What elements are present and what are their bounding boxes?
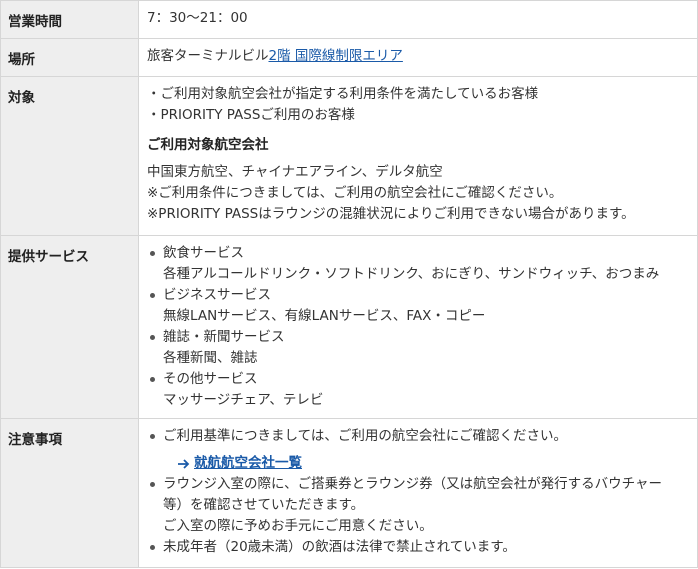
airlines-line: 中国東方航空、チャイナエアライン、デルタ航空 bbox=[147, 164, 443, 180]
service-title: ビジネスサービス bbox=[163, 287, 271, 303]
bullet-icon bbox=[150, 482, 155, 487]
notes-row: 注意事項 ご利用基準につきましては、ご利用の航空会社にご確認ください。 就航航空… bbox=[0, 418, 698, 568]
notes-list: ご利用基準につきましては、ご利用の航空会社にご確認ください。 就航航空会社一覧 … bbox=[147, 426, 697, 558]
place-text: 旅客ターミナルビル bbox=[147, 48, 269, 64]
place-row: 場所 旅客ターミナルビル2階 国際線制限エリア bbox=[0, 38, 698, 77]
services-list: 飲食サービス 各種アルコールドリンク・ソフトドリンク、おにぎり、サンドウィッチ、… bbox=[147, 243, 697, 411]
target-line: ・PRIORITY PASSご利用のお客様 bbox=[147, 107, 355, 123]
note-text: 未成年者（20歳未満）の飲酒は法律で禁止されています。 bbox=[163, 539, 516, 555]
list-item: 飲食サービス 各種アルコールドリンク・ソフトドリンク、おにぎり、サンドウィッチ、… bbox=[147, 243, 697, 285]
bullet-icon bbox=[150, 377, 155, 382]
list-item: ビジネスサービス 無線LANサービス、有線LANサービス、FAX・コピー bbox=[147, 285, 697, 327]
airlines-line: ※ご利用条件につきましては、ご利用の航空会社にご確認ください。 bbox=[147, 185, 563, 201]
bullet-icon bbox=[150, 293, 155, 298]
services-row: 提供サービス 飲食サービス 各種アルコールドリンク・ソフトドリンク、おにぎり、サ… bbox=[0, 235, 698, 419]
hours-value: 7：30〜21：00 bbox=[147, 10, 248, 26]
service-title: 飲食サービス bbox=[163, 245, 244, 261]
note-text: 等）を確認させていただきます。 bbox=[163, 497, 365, 513]
target-line: ・ご利用対象航空会社が指定する利用条件を満たしているお客様 bbox=[147, 86, 539, 102]
note-text: ご入室の際に予めお手元にご用意ください。 bbox=[163, 518, 433, 534]
hours-cell: 7：30〜21：00 bbox=[138, 0, 698, 39]
place-value: 旅客ターミナルビル2階 国際線制限エリア bbox=[147, 46, 697, 67]
place-label: 場所 bbox=[0, 38, 139, 77]
bullet-icon bbox=[150, 251, 155, 256]
services-label: 提供サービス bbox=[0, 235, 139, 419]
hours-label: 営業時間 bbox=[0, 0, 139, 39]
lounge-info-table: 営業時間 7：30〜21：00 場所 旅客ターミナルビル2階 国際線制限エリア … bbox=[0, 0, 698, 568]
airline-list-link-text: 就航航空会社一覧 bbox=[194, 455, 302, 471]
bullet-icon bbox=[150, 335, 155, 340]
target-cell: ・ご利用対象航空会社が指定する利用条件を満たしているお客様 ・PRIORITY … bbox=[138, 76, 698, 236]
service-detail: 各種新聞、雑誌 bbox=[163, 350, 258, 366]
arrow-right-icon bbox=[178, 458, 190, 469]
notes-cell: ご利用基準につきましては、ご利用の航空会社にご確認ください。 就航航空会社一覧 … bbox=[138, 418, 698, 568]
list-item: 未成年者（20歳未満）の飲酒は法律で禁止されています。 bbox=[147, 537, 697, 558]
services-cell: 飲食サービス 各種アルコールドリンク・ソフトドリンク、おにぎり、サンドウィッチ、… bbox=[138, 235, 698, 419]
place-link[interactable]: 2階 国際線制限エリア bbox=[269, 48, 403, 64]
list-item: 雑誌・新聞サービス 各種新聞、雑誌 bbox=[147, 327, 697, 369]
service-title: 雑誌・新聞サービス bbox=[163, 329, 285, 345]
note-text: ラウンジ入室の際に、ご搭乗券とラウンジ券（又は航空会社が発行するバウチャー bbox=[163, 476, 662, 492]
list-item: ラウンジ入室の際に、ご搭乗券とラウンジ券（又は航空会社が発行するバウチャー 等）… bbox=[147, 474, 697, 537]
airlines-line: ※PRIORITY PASSはラウンジの混雑状況によりご利用できない場合がありま… bbox=[147, 206, 635, 222]
list-item: その他サービス マッサージチェア、テレビ bbox=[147, 369, 697, 411]
target-row: 対象 ・ご利用対象航空会社が指定する利用条件を満たしているお客様 ・PRIORI… bbox=[0, 76, 698, 236]
note-text: ご利用基準につきましては、ご利用の航空会社にご確認ください。 bbox=[163, 428, 568, 444]
service-title: その他サービス bbox=[163, 371, 258, 387]
target-label: 対象 bbox=[0, 76, 139, 236]
place-cell: 旅客ターミナルビル2階 国際線制限エリア bbox=[138, 38, 698, 77]
service-detail: 各種アルコールドリンク・ソフトドリンク、おにぎり、サンドウィッチ、おつまみ bbox=[163, 266, 660, 282]
bullet-icon bbox=[150, 434, 155, 439]
airline-list-link[interactable]: 就航航空会社一覧 bbox=[177, 453, 302, 474]
service-detail: マッサージチェア、テレビ bbox=[163, 392, 324, 408]
airlines-heading: ご利用対象航空会社 bbox=[147, 137, 269, 153]
list-item: ご利用基準につきましては、ご利用の航空会社にご確認ください。 就航航空会社一覧 bbox=[147, 426, 697, 474]
bullet-icon bbox=[150, 545, 155, 550]
notes-label: 注意事項 bbox=[0, 418, 139, 568]
service-detail: 無線LANサービス、有線LANサービス、FAX・コピー bbox=[163, 308, 486, 324]
hours-row: 営業時間 7：30〜21：00 bbox=[0, 0, 698, 39]
